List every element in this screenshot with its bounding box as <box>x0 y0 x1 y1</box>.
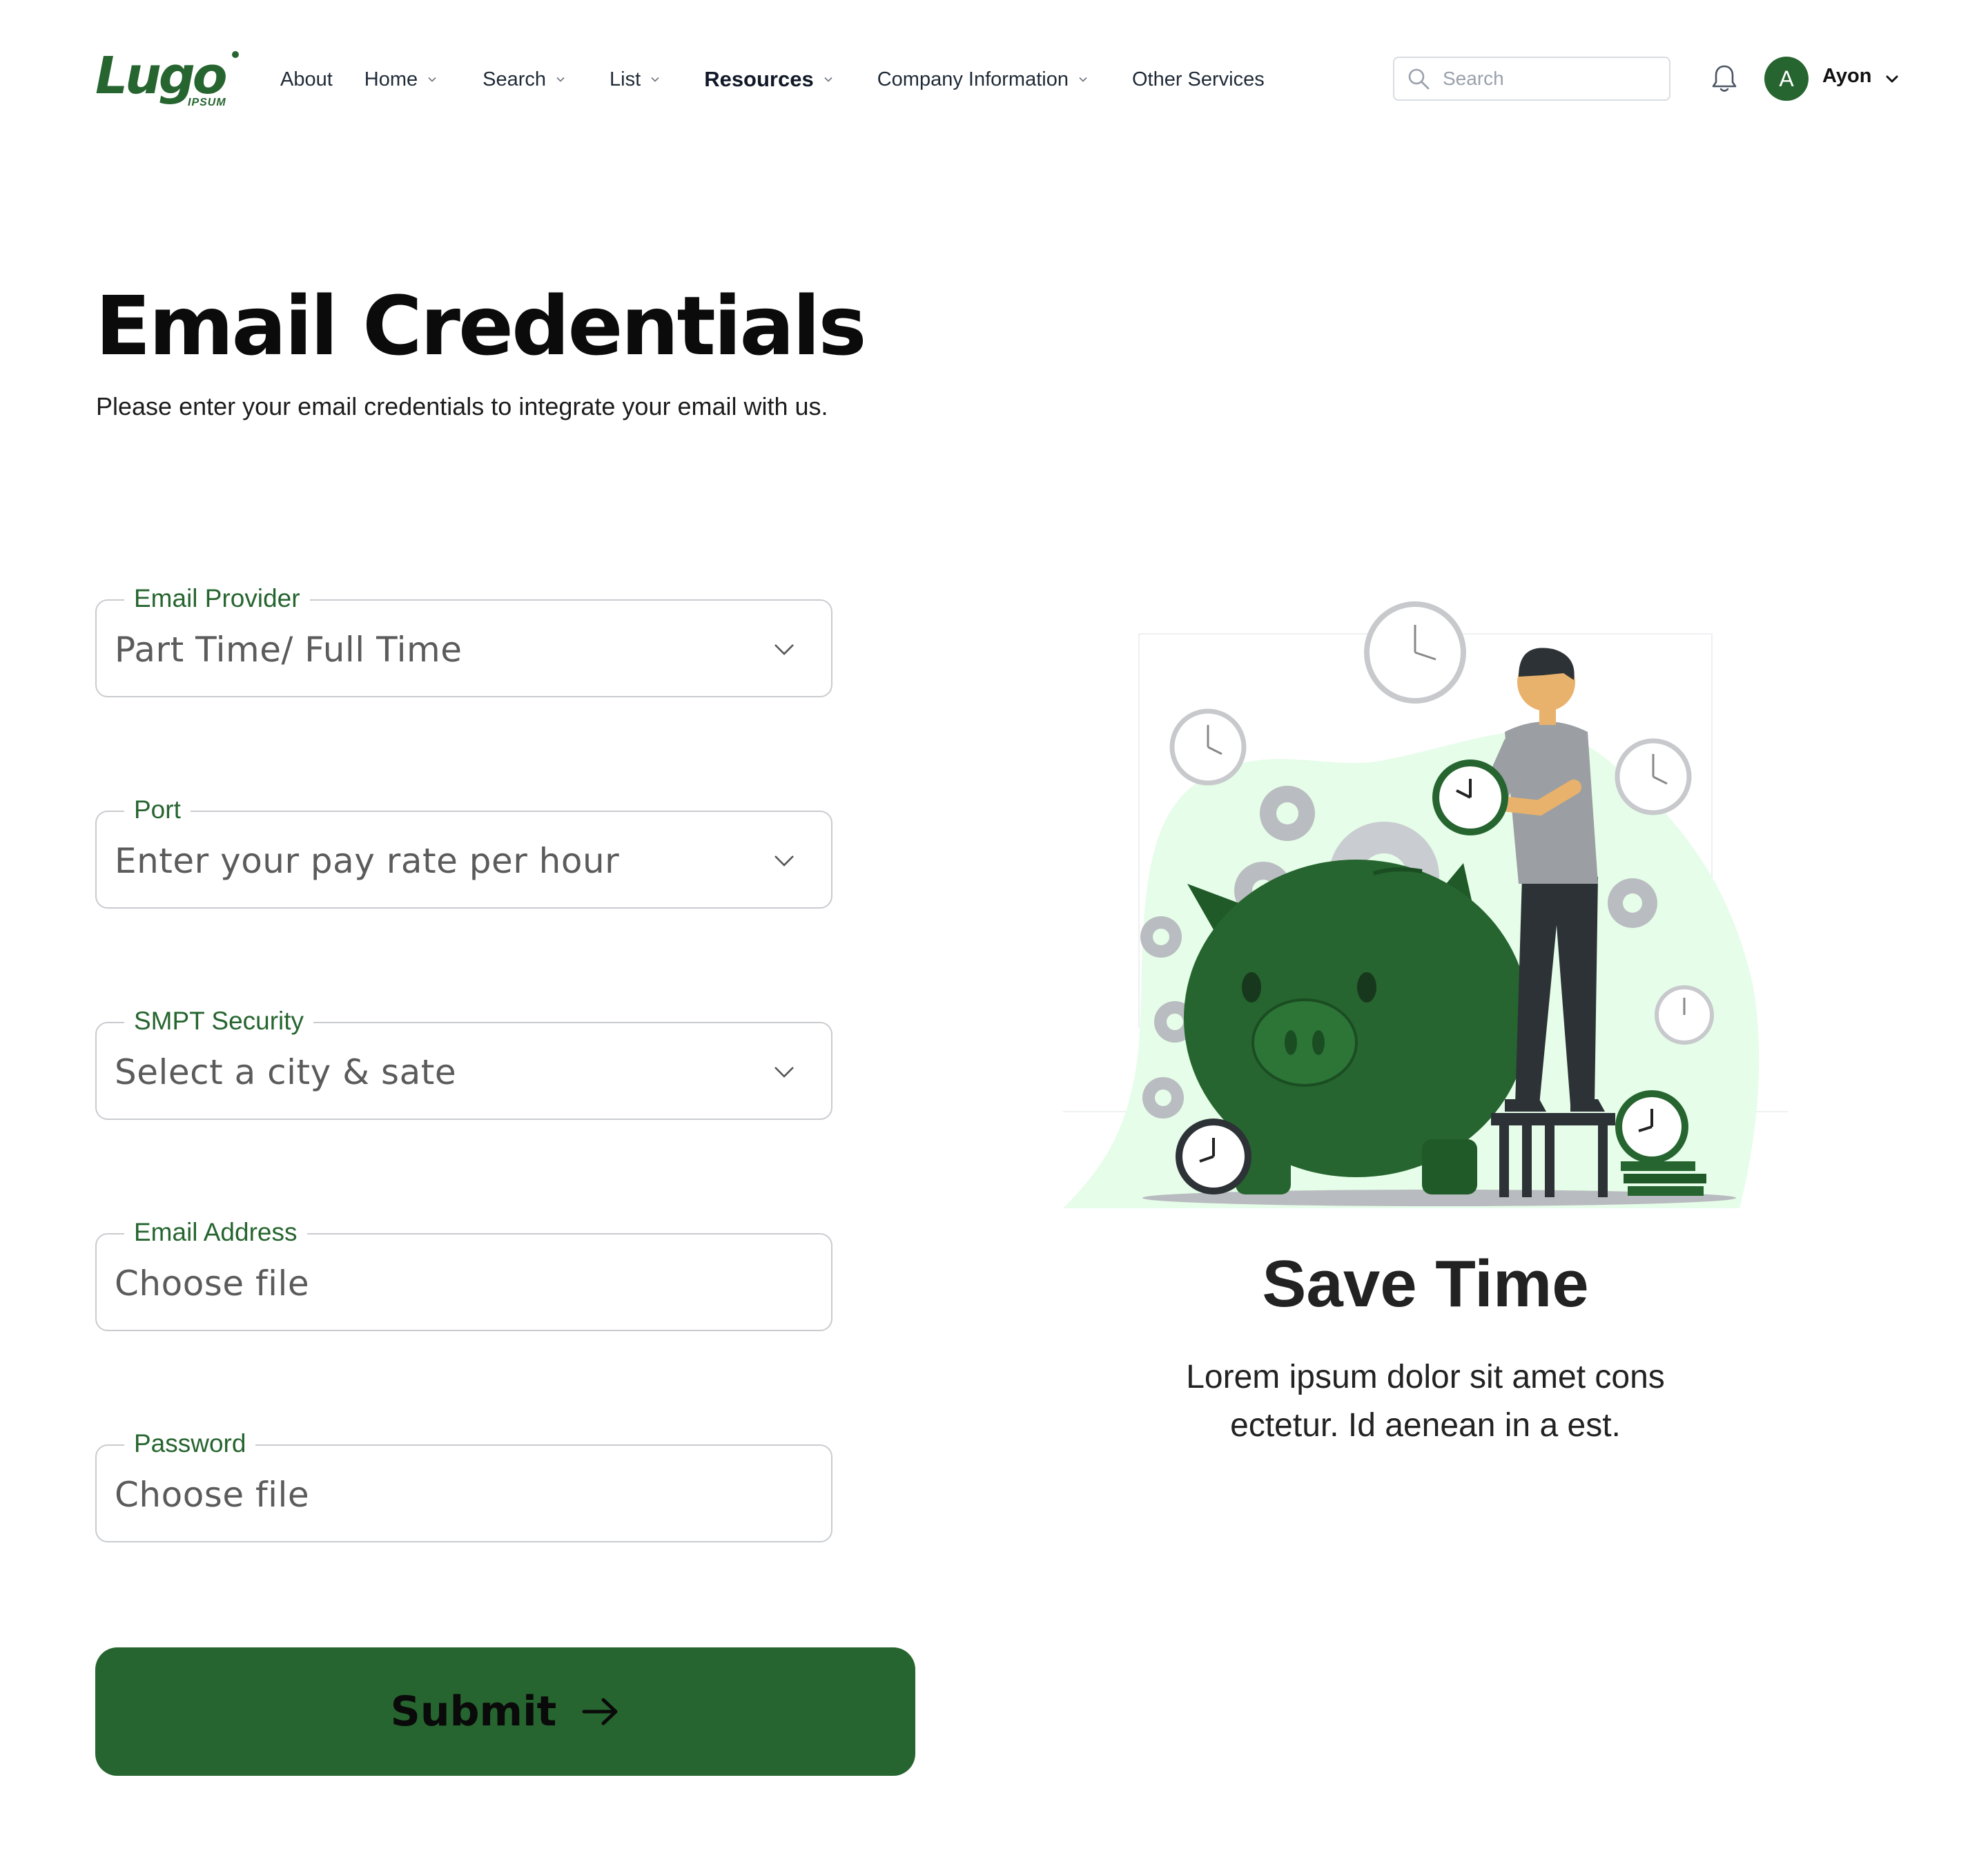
email-address-field[interactable]: Email Address Choose file <box>95 1217 832 1331</box>
search-input[interactable] <box>1441 67 1665 90</box>
nav-item-home[interactable]: Home <box>364 68 437 91</box>
chevron-down-icon <box>774 855 794 867</box>
port-label: Port <box>124 794 191 826</box>
smtp-security-value: Select a city & sate <box>115 1052 457 1092</box>
save-time-illustration <box>1063 601 1788 1208</box>
chevron-down-icon <box>774 1067 794 1078</box>
user-name[interactable]: Ayon <box>1822 65 1871 88</box>
email-address-value: Choose file <box>115 1264 310 1304</box>
bell-icon[interactable] <box>1711 64 1738 94</box>
nav-item-label: Company Information <box>877 68 1069 90</box>
nav-item-other-services[interactable]: Other Services <box>1132 68 1265 91</box>
chevron-down-icon <box>824 77 832 82</box>
search-icon <box>1408 68 1430 90</box>
nav-item-label: Resources <box>704 67 814 91</box>
avatar[interactable]: A <box>1764 57 1809 101</box>
chevron-down-icon <box>556 77 565 82</box>
main-menu: About Home Search List Resources Company… <box>280 64 1265 95</box>
chevron-down-icon[interactable] <box>1884 72 1900 87</box>
top-navbar: Lugo IPSUM About Home Search List Resour… <box>0 0 1988 159</box>
brand-logo[interactable]: Lugo IPSUM <box>95 48 242 112</box>
arrow-right-icon <box>582 1698 618 1725</box>
chevron-down-icon <box>651 77 659 82</box>
email-provider-label: Email Provider <box>124 583 310 614</box>
smtp-security-label: SMPT Security <box>124 1005 314 1037</box>
port-select[interactable]: Port Enter your pay rate per hour <box>95 794 832 909</box>
email-provider-select[interactable]: Email Provider Part Time/ Full Time <box>95 583 832 697</box>
smtp-security-select[interactable]: SMPT Security Select a city & sate <box>95 1005 832 1120</box>
nav-item-label: Other Services <box>1131 68 1265 90</box>
password-label: Password <box>124 1428 256 1460</box>
page-subtitle: Please enter your email credentials to i… <box>96 392 828 420</box>
logo-dot <box>232 51 239 58</box>
header-search[interactable] <box>1393 57 1670 101</box>
chevron-down-icon <box>774 644 794 655</box>
email-address-label: Email Address <box>124 1217 307 1248</box>
submit-button[interactable]: Submit <box>95 1647 915 1776</box>
logo-subtext: IPSUM <box>188 97 226 108</box>
promo-text: Lorem ipsum dolor sit amet cons ectetur.… <box>1186 1359 1665 1444</box>
nav-item-label: Search <box>483 68 547 90</box>
submit-label: Submit <box>390 1687 557 1736</box>
email-provider-value: Part Time/ Full Time <box>115 630 462 670</box>
page-title: Email Credentials <box>95 278 867 374</box>
nav-item-label: List <box>610 68 641 90</box>
port-value: Enter your pay rate per hour <box>115 841 620 881</box>
nav-item-resources[interactable]: Resources <box>704 67 833 92</box>
avatar-initial: A <box>1779 66 1794 91</box>
password-value: Choose file <box>115 1475 310 1515</box>
nav-item-list[interactable]: List <box>610 68 660 91</box>
chevron-down-icon <box>1079 77 1087 82</box>
logo-wordmark: Lugo <box>95 46 228 106</box>
chevron-down-icon <box>428 77 436 82</box>
nav-item-about[interactable]: About <box>280 68 333 91</box>
nav-item-company-information[interactable]: Company Information <box>877 68 1088 91</box>
nav-item-label: Home <box>364 68 418 90</box>
promo-title: Save Time <box>1262 1247 1589 1321</box>
password-field[interactable]: Password Choose file <box>95 1428 832 1542</box>
nav-item-label: About <box>280 68 333 90</box>
nav-item-search[interactable]: Search <box>483 68 565 91</box>
